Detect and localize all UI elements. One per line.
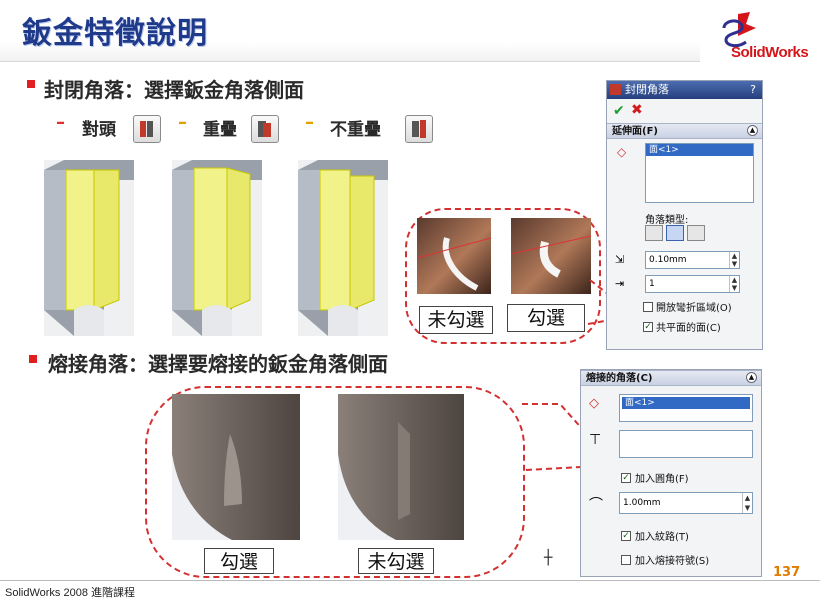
footer-text: SolidWorks 2008 進階課程 [5, 587, 136, 599]
corner-type-label: 角落類型: [645, 215, 689, 226]
butt-type-icon[interactable] [645, 225, 663, 241]
underlap-corner-button[interactable] [405, 115, 433, 143]
add-texture-checkbox[interactable]: ✓ [621, 530, 631, 541]
overlap-corner-icon [258, 121, 271, 137]
panel-title: 封閉角落 [625, 83, 669, 96]
stopping-face-icon: ⊤ [589, 432, 602, 448]
ok-icon[interactable]: ✔ [613, 103, 625, 119]
underlap-type-icon[interactable] [687, 225, 705, 241]
corner-type-buttons [645, 225, 705, 241]
add-weld-symbol-label: 加入熔接符號(S) [635, 556, 710, 567]
coplanar-faces-option[interactable]: ✓ 共平面的面(C) [643, 319, 721, 334]
collapse-icon[interactable]: ▲ [747, 125, 758, 136]
slide-title: 鈑金特徵說明 [22, 16, 208, 51]
gap-value: 0.10mm [649, 255, 687, 265]
caption-unchecked: 未勾選 [419, 306, 493, 334]
dash-marker: – [178, 112, 187, 133]
open-bend-region-label: 開放彎折區域(O) [656, 303, 732, 314]
add-fillet-checkbox[interactable]: ✓ [621, 472, 631, 483]
panel-title-bar: 封閉角落 ? [607, 81, 762, 99]
overlap-corner-button[interactable] [251, 115, 279, 143]
footer-divider [0, 580, 820, 581]
weld-caption-unchecked: 未勾選 [358, 548, 434, 574]
collapse-icon[interactable]: ▲ [746, 372, 757, 383]
stopping-face-listbox[interactable] [619, 430, 753, 458]
crosshair-cursor-icon: ┼ [544, 550, 553, 566]
caption-checked: 勾選 [507, 304, 585, 332]
face-select-icon: ◇ [617, 145, 627, 159]
gap-distance-input[interactable]: 0.10mm ▲ ▼ [645, 251, 740, 269]
radius-value: 1.00mm [623, 498, 661, 508]
logo-text: SolidWorks [731, 44, 809, 61]
checked-bend-photo [510, 218, 592, 294]
add-texture-option[interactable]: ✓ 加入紋路(T) [621, 528, 689, 543]
butt-corner-button[interactable] [133, 115, 161, 143]
panel-action-row: ✔ ✖ [607, 99, 762, 123]
add-weld-symbol-option[interactable]: 加入熔接符號(S) [621, 552, 709, 567]
bullet-icon [27, 80, 35, 88]
overlap-ratio-icon: ⇥ [615, 277, 625, 290]
extend-faces-section[interactable]: 延伸面(F) ▲ [607, 123, 762, 139]
corner-type-label-butt: 對頭 [82, 120, 116, 140]
fillet-radius-icon: ⌒ [589, 497, 603, 513]
underlap-corner-icon [412, 120, 426, 138]
section-label: 延伸面(F) [612, 126, 658, 137]
weld-caption-checked: 勾選 [204, 548, 274, 574]
spin-arrows-icon[interactable]: ▲ ▼ [729, 252, 739, 268]
dash-marker: – [305, 112, 314, 133]
help-icon[interactable]: ? [750, 81, 756, 99]
add-fillet-option[interactable]: ✓ 加入圓角(F) [621, 470, 689, 485]
add-weld-symbol-checkbox[interactable] [621, 554, 631, 565]
face-list-item[interactable]: 面<1> [646, 144, 753, 156]
spin-arrows-icon[interactable]: ▲ ▼ [729, 276, 739, 292]
add-texture-label: 加入紋路(T) [635, 532, 689, 543]
corner-type-label-underlap: 不重疊 [330, 120, 381, 140]
underlap-corner-part-image [298, 160, 388, 336]
butt-corner-part-image [44, 160, 134, 336]
dash-marker: – [56, 112, 65, 133]
add-fillet-label: 加入圓角(F) [635, 474, 689, 485]
closed-corner-panel: 封閉角落 ? ✔ ✖ 延伸面(F) ▲ ◇ 面<1> 角落類型: ⇲ 0.10m… [606, 80, 763, 350]
gap-distance-icon: ⇲ [615, 253, 625, 266]
open-bend-region-option[interactable]: 開放彎折區域(O) [643, 299, 732, 314]
panel-body: ◇ 面<1> ⊤ ✓ 加入圓角(F) ⌒ 1.00mm ▲ ▼ ✓ 加入紋路(T)… [581, 386, 761, 576]
closed-corner-icon [610, 84, 621, 95]
panel-body: ◇ 面<1> 角落類型: ⇲ 0.10mm ▲ ▼ ⇥ 1 ▲ ▼ 開放彎折區域(O… [607, 139, 762, 371]
weld-corner-section[interactable]: 熔接的角落(C) ▲ [581, 370, 761, 386]
open-bend-region-checkbox[interactable] [643, 301, 653, 312]
faces-listbox[interactable]: 面<1> [645, 143, 754, 203]
weld-corner-panel: 熔接的角落(C) ▲ ◇ 面<1> ⊤ ✓ 加入圓角(F) ⌒ 1.00mm ▲… [580, 369, 762, 577]
page-number: 137 [773, 565, 801, 580]
weld-faces-listbox[interactable]: 面<1> [619, 394, 753, 422]
bullet-icon [29, 355, 37, 363]
spin-arrows-icon[interactable]: ▲ ▼ [742, 493, 752, 513]
butt-corner-icon [140, 121, 153, 137]
face-list-item[interactable]: 面<1> [622, 397, 750, 409]
weld-checked-image [172, 394, 300, 540]
overlap-corner-part-image [172, 160, 262, 336]
unchecked-bend-photo [416, 218, 492, 294]
overlap-ratio-input[interactable]: 1 ▲ ▼ [645, 275, 740, 293]
fillet-radius-input[interactable]: 1.00mm ▲ ▼ [619, 492, 753, 514]
weld-unchecked-image [338, 394, 464, 540]
face-select-icon: ◇ [589, 396, 599, 411]
coplanar-faces-checkbox[interactable]: ✓ [643, 321, 653, 332]
cancel-icon[interactable]: ✖ [631, 102, 643, 118]
ratio-value: 1 [649, 279, 655, 289]
section-label: 熔接的角落(C) [586, 373, 653, 384]
overlap-type-icon[interactable] [666, 225, 684, 241]
coplanar-faces-label: 共平面的面(C) [656, 323, 721, 334]
weld-corner-heading: 熔接角落：選擇要熔接的鈑金角落側面 [48, 352, 388, 376]
corner-type-label-overlap: 重疊 [203, 120, 237, 140]
closed-corner-heading: 封閉角落：選擇鈑金角落側面 [44, 78, 304, 102]
